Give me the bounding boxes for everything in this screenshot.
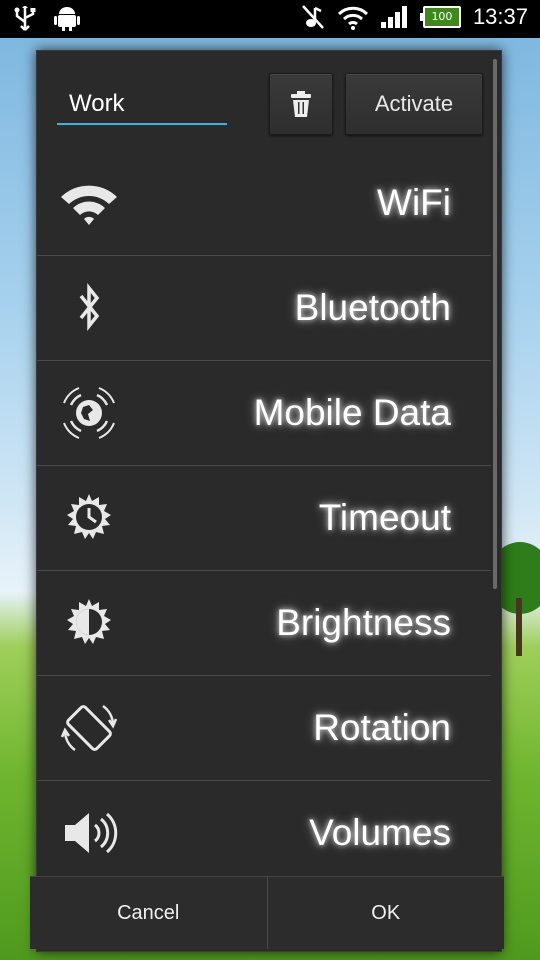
usb-icon — [14, 6, 36, 31]
wifi-icon — [61, 185, 117, 225]
setting-row-wifi[interactable]: WiFi — [37, 151, 491, 256]
activate-button[interactable]: Activate — [345, 73, 483, 135]
battery-icon: 100 — [419, 6, 461, 28]
bluetooth-icon — [79, 283, 100, 331]
trash-icon — [291, 91, 311, 117]
settings-list: WiFi Bluetooth Mobile Data Timeout Brigh… — [37, 151, 491, 886]
ok-button[interactable]: OK — [266, 877, 505, 949]
muted-music-icon — [302, 5, 324, 29]
delete-button[interactable] — [269, 73, 333, 135]
profile-dialog: Activate WiFi Bluetooth — [36, 50, 502, 952]
status-bar: 100 13:37 — [0, 0, 540, 38]
volume-icon — [65, 812, 118, 854]
rotation-icon — [60, 704, 118, 752]
dialog-footer: Cancel OK — [30, 876, 504, 949]
setting-row-volumes[interactable]: Volumes — [37, 781, 491, 886]
dialog-toolbar: Activate — [37, 51, 501, 151]
timeout-icon — [67, 494, 111, 539]
setting-label: Brightness — [276, 602, 451, 643]
profile-name-input[interactable] — [57, 85, 227, 125]
setting-label: Mobile Data — [253, 392, 451, 433]
setting-row-rotation[interactable]: Rotation — [37, 676, 491, 781]
scrollbar[interactable] — [493, 59, 497, 589]
setting-label: Rotation — [313, 707, 451, 748]
setting-row-brightness[interactable]: Brightness — [37, 571, 491, 676]
setting-row-mobile-data[interactable]: Mobile Data — [37, 361, 491, 466]
setting-label: Timeout — [318, 497, 451, 538]
setting-label: WiFi — [377, 182, 451, 223]
setting-row-bluetooth[interactable]: Bluetooth — [37, 256, 491, 361]
wifi-signal-icon — [337, 6, 368, 30]
setting-row-timeout[interactable]: Timeout — [37, 466, 491, 571]
setting-label: Bluetooth — [294, 287, 451, 328]
brightness-icon — [67, 599, 111, 644]
setting-label: Volumes — [309, 812, 451, 853]
android-debug-icon — [54, 7, 80, 31]
cancel-button[interactable]: Cancel — [30, 877, 267, 949]
cell-signal-icon — [380, 6, 407, 28]
mobile-data-icon — [63, 387, 115, 439]
clock: 13:37 — [472, 4, 528, 29]
